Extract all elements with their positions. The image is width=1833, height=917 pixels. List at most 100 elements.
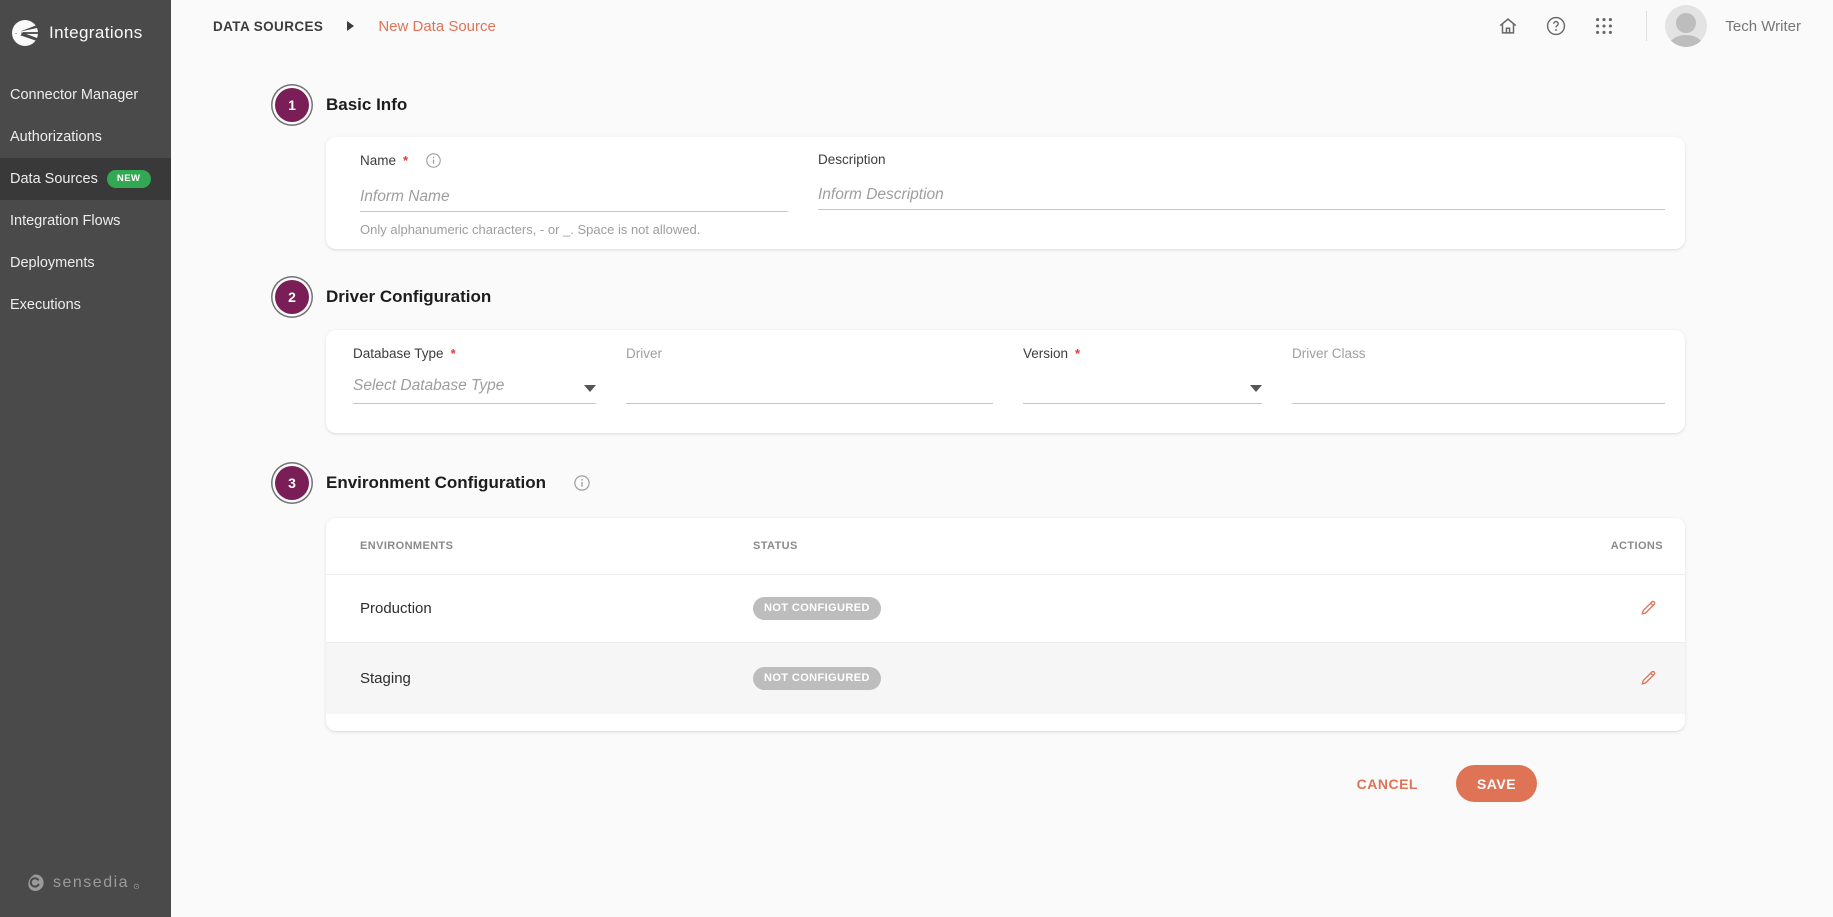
- driver-label: Driver: [626, 346, 662, 361]
- driver-class-field-group: Driver Class: [1292, 346, 1665, 433]
- cancel-button[interactable]: CANCEL: [1353, 768, 1422, 800]
- sidebar-item-authorizations[interactable]: Authorizations: [0, 116, 171, 158]
- database-type-required-marker: *: [451, 346, 456, 361]
- description-input[interactable]: [818, 180, 1665, 210]
- status-badge: NOT CONFIGURED: [753, 597, 881, 620]
- app-root: Integrations Connector Manager Authoriza…: [0, 0, 1833, 917]
- database-type-select[interactable]: Select Database Type: [353, 361, 596, 404]
- chevron-down-icon: [1250, 385, 1262, 392]
- breadcrumb: DATA SOURCES New Data Source: [213, 18, 496, 35]
- status-cell: NOT CONFIGURED: [753, 667, 1593, 690]
- name-required-marker: *: [403, 153, 408, 168]
- column-environments: ENVIRONMENTS: [360, 540, 753, 552]
- driver-field-group: Driver: [626, 346, 993, 433]
- sidebar-item-label: Connector Manager: [10, 87, 138, 103]
- description-label-row: Description: [818, 152, 1665, 167]
- actions-cell: [1593, 593, 1663, 625]
- environments-table-header: ENVIRONMENTS STATUS ACTIONS: [326, 518, 1685, 575]
- step-1-circle: 1: [275, 88, 309, 122]
- edit-staging-button[interactable]: [1634, 663, 1663, 695]
- main-area: DATA SOURCES New Data Source: [171, 0, 1833, 917]
- sidebar-item-executions[interactable]: Executions: [0, 284, 171, 326]
- sensedia-brand: sensedia ⊙: [0, 873, 171, 917]
- version-select[interactable]: [1023, 361, 1262, 404]
- environment-cell: Staging: [360, 670, 753, 687]
- breadcrumb-arrow-icon: [347, 21, 354, 31]
- apps-grid-button[interactable]: [1584, 6, 1624, 46]
- description-field-group: Description: [818, 152, 1665, 249]
- sidebar-item-data-sources[interactable]: Data Sources NEW: [0, 158, 171, 200]
- name-info-icon[interactable]: [425, 152, 442, 169]
- basic-info-card: Name * Only alphanumeric ch: [326, 137, 1685, 249]
- step-2-circle: 2: [275, 280, 309, 314]
- driver-class-input[interactable]: [1292, 374, 1665, 404]
- column-status: STATUS: [753, 540, 1593, 552]
- version-label: Version: [1023, 346, 1068, 361]
- help-button[interactable]: [1536, 6, 1576, 46]
- description-label: Description: [818, 152, 886, 167]
- column-actions: ACTIONS: [1593, 540, 1663, 552]
- driver-class-label-row: Driver Class: [1292, 346, 1665, 361]
- section-driver-configuration-header: 2 Driver Configuration: [275, 280, 1685, 314]
- sidebar-item-label: Executions: [10, 297, 81, 313]
- page-content: 1 Basic Info Name *: [171, 52, 1833, 917]
- sidebar-item-label: Data Sources: [10, 171, 98, 187]
- section-environment-configuration-title: Environment Configuration: [326, 473, 546, 493]
- actions-cell: [1593, 663, 1663, 695]
- edit-production-button[interactable]: [1634, 593, 1663, 625]
- sidebar-item-label: Deployments: [10, 255, 95, 271]
- table-row-staging: Staging NOT CONFIGURED: [326, 643, 1685, 714]
- name-helper-text: Only alphanumeric characters, - or _. Sp…: [360, 222, 788, 237]
- breadcrumb-parent[interactable]: DATA SOURCES: [213, 19, 323, 34]
- driver-label-row: Driver: [626, 346, 993, 361]
- sidebar-item-deployments[interactable]: Deployments: [0, 242, 171, 284]
- database-type-field-group: Database Type * Select Database Type: [353, 346, 596, 433]
- name-field-group: Name * Only alphanumeric ch: [360, 152, 788, 249]
- sidebar-item-integration-flows[interactable]: Integration Flows: [0, 200, 171, 242]
- app-title: Integrations: [49, 23, 143, 43]
- section-basic-info-header: 1 Basic Info: [275, 88, 1685, 122]
- save-button[interactable]: SAVE: [1456, 765, 1537, 802]
- table-row-production: Production NOT CONFIGURED: [326, 575, 1685, 643]
- topbar-divider: [1646, 11, 1647, 41]
- app-logo: Integrations: [0, 0, 171, 74]
- form-actions: CANCEL SAVE: [171, 765, 1685, 802]
- avatar[interactable]: [1665, 5, 1707, 47]
- sidebar: Integrations Connector Manager Authoriza…: [0, 0, 171, 917]
- section-driver-configuration-title: Driver Configuration: [326, 287, 491, 307]
- status-cell: NOT CONFIGURED: [753, 597, 1593, 620]
- database-type-label: Database Type: [353, 346, 444, 361]
- apps-grid-icon: [1593, 15, 1615, 37]
- name-label-row: Name *: [360, 152, 788, 169]
- name-input[interactable]: [360, 182, 788, 212]
- name-label: Name: [360, 153, 396, 168]
- topbar: DATA SOURCES New Data Source: [171, 0, 1833, 52]
- environment-cell: Production: [360, 600, 753, 617]
- database-type-placeholder: Select Database Type: [353, 377, 504, 395]
- sensedia-wordmark: sensedia: [53, 874, 129, 892]
- environment-configuration-card: ENVIRONMENTS STATUS ACTIONS Production N…: [326, 518, 1685, 731]
- edit-pencil-icon: [1638, 667, 1659, 688]
- home-button[interactable]: [1488, 6, 1528, 46]
- sidebar-item-connector-manager[interactable]: Connector Manager: [0, 74, 171, 116]
- avatar-body: [1669, 35, 1703, 47]
- home-icon: [1497, 15, 1519, 37]
- chevron-down-icon: [584, 385, 596, 392]
- step-3-circle: 3: [275, 466, 309, 500]
- breadcrumb-current: New Data Source: [378, 18, 496, 35]
- avatar-head: [1676, 13, 1696, 33]
- driver-class-label: Driver Class: [1292, 346, 1366, 361]
- user-name: Tech Writer: [1725, 18, 1801, 35]
- driver-configuration-card: Database Type * Select Database Type Dri…: [326, 330, 1685, 433]
- edit-pencil-icon: [1638, 597, 1659, 618]
- environment-configuration-info-icon[interactable]: [573, 474, 591, 492]
- section-driver-configuration: 2 Driver Configuration Database Type * S…: [275, 280, 1685, 433]
- section-environment-configuration-header: 3 Environment Configuration: [275, 466, 1685, 500]
- version-required-marker: *: [1075, 346, 1080, 361]
- sidebar-item-label: Integration Flows: [10, 213, 120, 229]
- status-badge: NOT CONFIGURED: [753, 667, 881, 690]
- sidebar-item-label: Authorizations: [10, 129, 102, 145]
- driver-input[interactable]: [626, 374, 993, 404]
- section-basic-info-title: Basic Info: [326, 95, 407, 115]
- sensedia-logo-icon: [26, 873, 46, 893]
